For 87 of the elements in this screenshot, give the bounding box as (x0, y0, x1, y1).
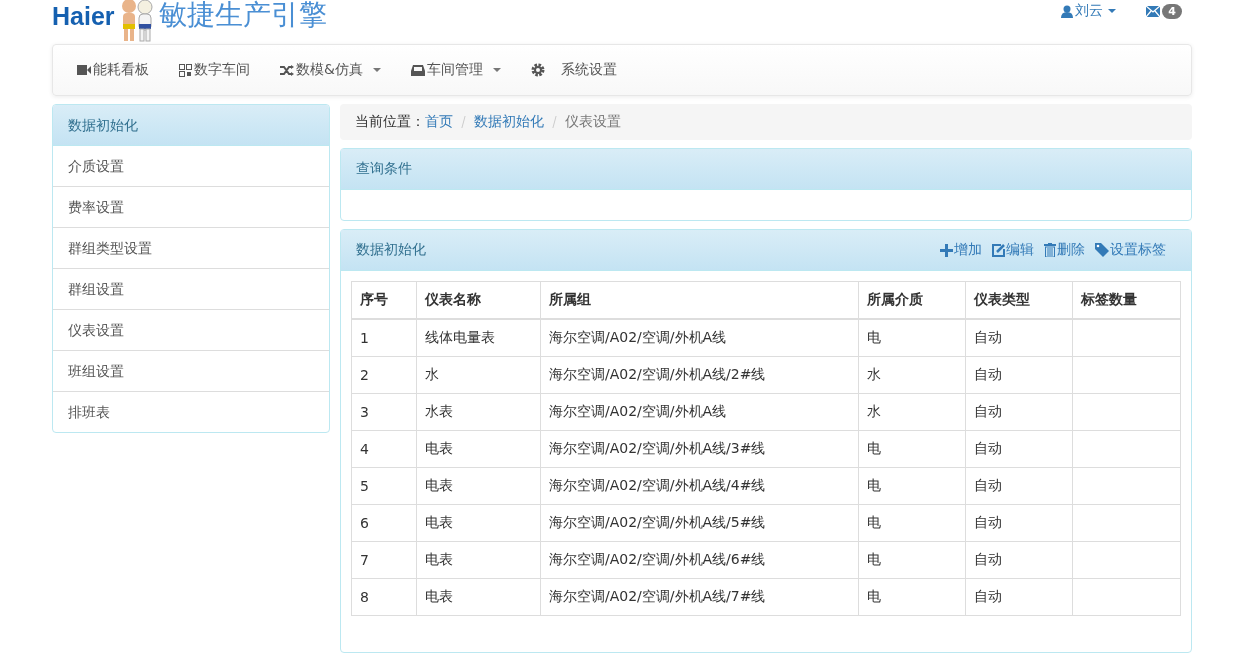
table-cell: 7 (351, 541, 417, 579)
edit-icon (992, 243, 1005, 257)
nav-item[interactable]: 车间管理 (410, 61, 501, 79)
sidebar-item[interactable]: 群组类型设置 (53, 227, 329, 268)
column-header: 所属组 (540, 281, 859, 319)
sidebar-item[interactable]: 费率设置 (53, 186, 329, 227)
panel-title: 数据初始化 (356, 241, 426, 259)
shuffle-icon (280, 64, 294, 76)
camera-icon (77, 65, 91, 75)
sidebar-item[interactable]: 排班表 (53, 391, 329, 432)
table-cell: 6 (351, 504, 417, 542)
sidebar-item[interactable]: 仪表设置 (53, 309, 329, 350)
table-cell: 海尔空调/A02/空调/外机A线/4#线 (540, 467, 859, 505)
table-cell: 自动 (965, 430, 1073, 468)
plus-icon (940, 243, 953, 257)
table-cell: 线体电量表 (416, 319, 541, 357)
table-cell: 电表 (416, 430, 541, 468)
toolbar-action[interactable]: 删除 (1044, 241, 1085, 259)
table-cell: 自动 (965, 319, 1073, 357)
table-cell: 水 (858, 356, 966, 394)
column-header: 所属介质 (858, 281, 966, 319)
table-cell: 自动 (965, 356, 1073, 394)
table-cell: 电表 (416, 578, 541, 616)
table-cell: 海尔空调/A02/空调/外机A线/7#线 (540, 578, 859, 616)
table-cell: 电 (858, 467, 966, 505)
messages-link[interactable]: 4 (1146, 2, 1182, 20)
nav-item[interactable]: 数模&仿真 (280, 61, 381, 79)
table-cell: 电表 (416, 504, 541, 542)
app-title: 敏捷生产引擎 (158, 0, 327, 30)
table-cell: 自动 (965, 578, 1073, 616)
column-header: 序号 (351, 281, 417, 319)
table-cell: 电表 (416, 541, 541, 579)
table-cell: 水 (416, 356, 541, 394)
settings-icon (530, 63, 545, 77)
table-cell: 海尔空调/A02/空调/外机A线/2#线 (540, 356, 859, 394)
breadcrumb-current: 仪表设置 (565, 113, 621, 131)
qr-code-icon (179, 63, 192, 77)
nav-item[interactable]: 能耗看板 (77, 61, 149, 79)
table-cell: 8 (351, 578, 417, 616)
table-cell: 电 (858, 541, 966, 579)
sidebar-item[interactable]: 介质设置 (53, 146, 329, 186)
table-cell: 自动 (965, 504, 1073, 542)
column-header: 仪表名称 (416, 281, 541, 319)
table-cell: 海尔空调/A02/空调/外机A线/3#线 (540, 430, 859, 468)
table-cell: 水表 (416, 393, 541, 431)
table-cell: 自动 (965, 393, 1073, 431)
toolbar-action[interactable]: 设置标签 (1095, 241, 1166, 259)
table-cell: 电 (858, 504, 966, 542)
toolbar-action[interactable]: 编辑 (992, 241, 1034, 259)
caret-icon (372, 68, 381, 72)
trash-icon (1044, 243, 1056, 257)
table-cell: 自动 (965, 541, 1073, 579)
nav-item[interactable]: 系统设置 (530, 61, 617, 79)
envelope-icon (1146, 5, 1161, 17)
table-cell: 5 (351, 467, 417, 505)
toolbar-action[interactable]: 增加 (940, 241, 982, 259)
table-cell: 自动 (965, 467, 1073, 505)
brand-logo: Haier (52, 2, 115, 31)
table-cell: 2 (351, 356, 417, 394)
table-cell: 水 (858, 393, 966, 431)
nav-item[interactable]: 数字车间 (179, 61, 250, 79)
breadcrumb-link[interactable]: 数据初始化 (474, 113, 544, 131)
table-cell: 电 (858, 578, 966, 616)
caret-icon (492, 68, 501, 72)
table-cell: 海尔空调/A02/空调/外机A线/6#线 (540, 541, 859, 579)
sidebar-item[interactable]: 群组设置 (53, 268, 329, 309)
table-cell: 电 (858, 319, 966, 357)
column-header: 标签数量 (1072, 281, 1181, 319)
table-cell: 海尔空调/A02/空调/外机A线 (540, 319, 859, 357)
panel-title: 查询条件 (356, 160, 412, 178)
inbox-icon (410, 63, 425, 77)
breadcrumb-label: 当前位置： (355, 113, 425, 131)
user-menu[interactable]: 刘云 (1061, 2, 1117, 20)
user-icon (1061, 4, 1074, 18)
sidebar-heading: 数据初始化 (53, 105, 329, 146)
table-cell: 电 (858, 430, 966, 468)
tag-icon (1095, 243, 1109, 257)
sidebar-item[interactable]: 班组设置 (53, 350, 329, 391)
breadcrumb-link[interactable]: 首页 (425, 113, 453, 131)
message-count-badge: 4 (1162, 3, 1182, 19)
table-cell: 电表 (416, 467, 541, 505)
table-cell: 1 (351, 319, 417, 357)
table-cell: 海尔空调/A02/空调/外机A线 (540, 393, 859, 431)
table-cell: 3 (351, 393, 417, 431)
column-header: 仪表类型 (965, 281, 1073, 319)
table-cell: 海尔空调/A02/空调/外机A线/5#线 (540, 504, 859, 542)
table-cell: 4 (351, 430, 417, 468)
